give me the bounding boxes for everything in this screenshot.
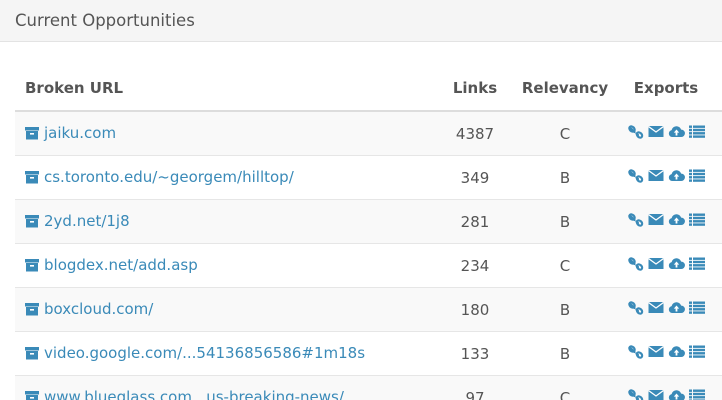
envelope-icon[interactable] bbox=[647, 345, 664, 358]
cloud-upload-icon[interactable] bbox=[668, 389, 685, 400]
relevancy-grade: B bbox=[520, 155, 610, 200]
table-header-row: Broken URL Links Relevancy Exports bbox=[15, 66, 722, 112]
envelope-icon[interactable] bbox=[647, 301, 664, 314]
exports-cell bbox=[610, 155, 722, 200]
envelope-icon[interactable] bbox=[647, 169, 664, 182]
archive-box-icon bbox=[25, 170, 39, 183]
link-icon[interactable] bbox=[627, 256, 644, 271]
links-count: 349 bbox=[430, 155, 520, 200]
cloud-upload-icon[interactable] bbox=[668, 125, 685, 138]
table-row: jaiku.com 4387 C bbox=[15, 110, 722, 156]
column-header-exports: Exports bbox=[610, 66, 722, 112]
panel-title: Current Opportunities bbox=[0, 0, 722, 42]
links-count: 234 bbox=[430, 243, 520, 288]
broken-url-cell: jaiku.com bbox=[15, 110, 430, 156]
list-icon[interactable] bbox=[688, 213, 705, 226]
list-icon[interactable] bbox=[688, 125, 705, 138]
broken-url-cell: video.google.com/...54136856586#1m18s bbox=[15, 331, 430, 376]
exports-cell bbox=[610, 199, 722, 244]
list-icon[interactable] bbox=[688, 169, 705, 182]
column-header-relevancy[interactable]: Relevancy bbox=[520, 66, 610, 112]
broken-url-cell: boxcloud.com/ bbox=[15, 287, 430, 332]
links-count: 281 bbox=[430, 199, 520, 244]
broken-url-link[interactable]: video.google.com/...54136856586#1m18s bbox=[25, 344, 365, 362]
list-icon[interactable] bbox=[688, 345, 705, 358]
column-header-links[interactable]: Links bbox=[430, 66, 520, 112]
envelope-icon[interactable] bbox=[647, 257, 664, 270]
broken-url-text: www.blueglass.com...us-breaking-news/ bbox=[44, 387, 344, 400]
relevancy-grade: B bbox=[520, 331, 610, 376]
envelope-icon[interactable] bbox=[647, 213, 664, 226]
archive-box-icon bbox=[25, 346, 39, 359]
archive-box-icon bbox=[25, 302, 39, 315]
table-row: boxcloud.com/ 180 B bbox=[15, 287, 722, 332]
broken-url-text: jaiku.com bbox=[44, 123, 117, 142]
exports-cell bbox=[610, 243, 722, 288]
link-icon[interactable] bbox=[627, 344, 644, 359]
broken-url-link[interactable]: www.blueglass.com...us-breaking-news/ bbox=[25, 388, 344, 400]
broken-url-link[interactable]: boxcloud.com/ bbox=[25, 300, 153, 318]
table-row: 2yd.net/1j8 281 B bbox=[15, 199, 722, 244]
column-header-broken-url[interactable]: Broken URL bbox=[15, 66, 430, 112]
broken-url-cell: 2yd.net/1j8 bbox=[15, 199, 430, 244]
relevancy-grade: C bbox=[520, 243, 610, 288]
cloud-upload-icon[interactable] bbox=[668, 213, 685, 226]
link-icon[interactable] bbox=[627, 168, 644, 183]
broken-url-link[interactable]: cs.toronto.edu/~georgem/hilltop/ bbox=[25, 168, 294, 186]
cloud-upload-icon[interactable] bbox=[668, 345, 685, 358]
list-icon[interactable] bbox=[688, 301, 705, 314]
relevancy-grade: B bbox=[520, 287, 610, 332]
archive-box-icon bbox=[25, 258, 39, 271]
relevancy-grade: B bbox=[520, 199, 610, 244]
table-row: cs.toronto.edu/~georgem/hilltop/ 349 B bbox=[15, 155, 722, 200]
broken-url-text: boxcloud.com/ bbox=[44, 299, 154, 318]
opportunities-table: Broken URL Links Relevancy Exports jaiku… bbox=[15, 66, 722, 400]
links-count: 97 bbox=[430, 375, 520, 400]
broken-url-text: 2yd.net/1j8 bbox=[44, 211, 130, 230]
table-row: www.blueglass.com...us-breaking-news/ 97… bbox=[15, 375, 722, 400]
links-count: 180 bbox=[430, 287, 520, 332]
broken-url-link[interactable]: blogdex.net/add.asp bbox=[25, 256, 198, 274]
archive-box-icon bbox=[25, 390, 39, 400]
broken-url-link[interactable]: 2yd.net/1j8 bbox=[25, 212, 130, 230]
broken-url-cell: www.blueglass.com...us-breaking-news/ bbox=[15, 375, 430, 400]
envelope-icon[interactable] bbox=[647, 125, 664, 138]
table-row: blogdex.net/add.asp 234 C bbox=[15, 243, 722, 288]
link-icon[interactable] bbox=[627, 124, 644, 139]
broken-url-text: video.google.com/...54136856586#1m18s bbox=[44, 343, 366, 362]
exports-cell bbox=[610, 331, 722, 376]
broken-url-cell: cs.toronto.edu/~georgem/hilltop/ bbox=[15, 155, 430, 200]
exports-cell bbox=[610, 375, 722, 400]
links-count: 4387 bbox=[430, 110, 520, 156]
broken-url-cell: blogdex.net/add.asp bbox=[15, 243, 430, 288]
archive-box-icon bbox=[25, 214, 39, 227]
cloud-upload-icon[interactable] bbox=[668, 301, 685, 314]
exports-cell bbox=[610, 110, 722, 156]
opportunities-panel: Current Opportunities Broken URL Links R… bbox=[0, 0, 722, 400]
broken-url-text: cs.toronto.edu/~georgem/hilltop/ bbox=[44, 167, 294, 186]
broken-url-link[interactable]: jaiku.com bbox=[25, 124, 116, 142]
cloud-upload-icon[interactable] bbox=[668, 257, 685, 270]
exports-cell bbox=[610, 287, 722, 332]
relevancy-grade: C bbox=[520, 110, 610, 156]
link-icon[interactable] bbox=[627, 388, 644, 400]
archive-box-icon bbox=[25, 126, 39, 139]
links-count: 133 bbox=[430, 331, 520, 376]
list-icon[interactable] bbox=[688, 257, 705, 270]
list-icon[interactable] bbox=[688, 389, 705, 400]
relevancy-grade: C bbox=[520, 375, 610, 400]
link-icon[interactable] bbox=[627, 300, 644, 315]
cloud-upload-icon[interactable] bbox=[668, 169, 685, 182]
table-row: video.google.com/...54136856586#1m18s 13… bbox=[15, 331, 722, 376]
broken-url-text: blogdex.net/add.asp bbox=[44, 255, 198, 274]
envelope-icon[interactable] bbox=[647, 389, 664, 400]
link-icon[interactable] bbox=[627, 212, 644, 227]
